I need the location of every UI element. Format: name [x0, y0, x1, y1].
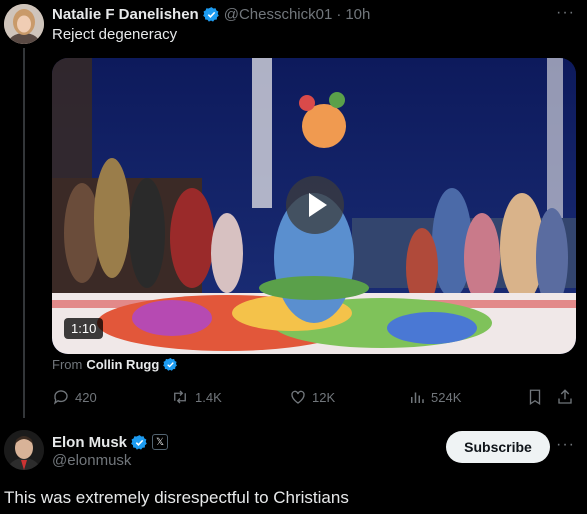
reply-icon: [53, 390, 68, 405]
x-affiliate-icon[interactable]: 𝕏: [152, 434, 169, 450]
separator-dot: ·: [336, 5, 342, 23]
bookmark-button[interactable]: [526, 388, 549, 406]
views-icon: [411, 392, 424, 403]
reply-count: 420: [75, 389, 97, 405]
subscribe-button[interactable]: Subscribe: [446, 431, 550, 463]
more-options-icon[interactable]: ···: [556, 4, 575, 22]
author-handle[interactable]: @Chesschick01: [224, 6, 333, 23]
reply-button[interactable]: 420: [52, 388, 97, 406]
from-author[interactable]: Collin Rugg: [86, 357, 159, 372]
avatar-elon[interactable]: [4, 430, 44, 470]
author-name[interactable]: Natalie F Danelishen: [52, 6, 199, 23]
like-icon: [291, 390, 305, 404]
video-player[interactable]: 1:10: [52, 58, 576, 354]
play-button[interactable]: [286, 176, 344, 234]
author-handle[interactable]: @elonmusk: [52, 452, 131, 469]
thread-connector-line: [23, 48, 25, 418]
play-icon: [309, 193, 327, 217]
avatar-natalie[interactable]: [4, 4, 44, 44]
views-count: 524K: [431, 389, 462, 405]
tweet-text: Reject degeneracy: [52, 26, 178, 43]
tweet-header: Natalie F Danelishen @Chesschick01 · 10h: [52, 4, 370, 24]
like-button[interactable]: 12K: [289, 388, 335, 406]
author-name[interactable]: Elon Musk: [52, 434, 127, 451]
views-button[interactable]: 524K: [408, 388, 461, 406]
more-options-icon[interactable]: ···: [556, 436, 575, 454]
media-attribution: From Collin Rugg: [52, 357, 178, 372]
timestamp[interactable]: 10h: [345, 6, 370, 23]
tweet-text: This was extremely disrespectful to Chri…: [4, 488, 349, 507]
action-bar: 420 1.4K 12K 524K: [52, 388, 582, 408]
repost-button[interactable]: 1.4K: [170, 388, 222, 406]
from-prefix: From: [52, 357, 83, 372]
repost-icon: [174, 390, 186, 404]
like-count: 12K: [312, 389, 336, 405]
tweet-header: Elon Musk 𝕏: [52, 432, 169, 452]
verified-icon: [202, 6, 219, 22]
repost-count: 1.4K: [195, 389, 222, 405]
share-button[interactable]: [556, 388, 579, 406]
verified-icon: [163, 357, 178, 371]
bookmark-icon: [529, 389, 541, 406]
share-icon: [558, 389, 572, 404]
video-duration: 1:10: [64, 318, 104, 339]
verified-icon: [131, 434, 147, 450]
